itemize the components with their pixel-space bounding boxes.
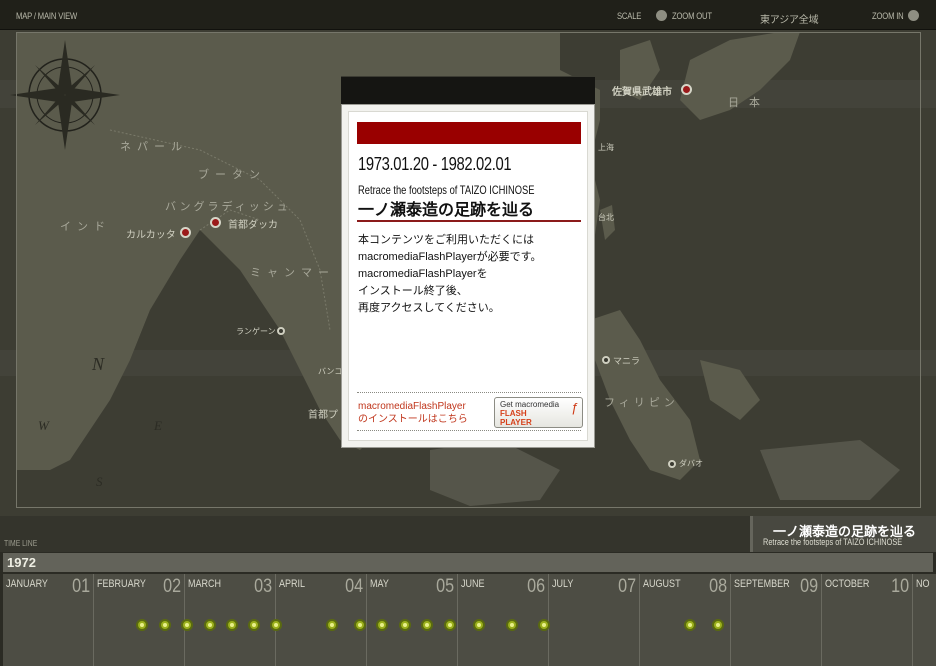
timeline-event-dot[interactable]	[181, 619, 193, 631]
month-september[interactable]: SEPTEMBER 09	[731, 574, 822, 666]
compass-e: E	[154, 418, 162, 433]
region-label[interactable]: 東アジア全域	[760, 11, 819, 26]
install-flash-link[interactable]: macromediaFlashPlayer のインストールはこちら	[358, 400, 468, 426]
timeline-event-dot[interactable]	[136, 619, 148, 631]
dialog-divider	[357, 220, 581, 222]
timeline-event-dot[interactable]	[376, 619, 388, 631]
location-marker-icon[interactable]	[602, 356, 610, 364]
region-japan: 日本	[728, 97, 770, 109]
place-bangkok-label[interactable]: バンコ	[318, 366, 342, 377]
flash-logo-icon: ƒ	[570, 400, 578, 415]
dialog-title-jp: 一ノ瀬泰造の足跡を辿る	[358, 202, 535, 219]
get-flash-player-button[interactable]: Get macromedia FLASH PLAYER ƒ	[494, 397, 583, 428]
dotted-divider	[357, 430, 581, 431]
compass-s: S	[96, 474, 103, 489]
timeline-event-dot[interactable]	[226, 619, 238, 631]
dialog-header	[341, 76, 595, 106]
timeline-event-dot[interactable]	[684, 619, 696, 631]
timeline-event-dot[interactable]	[270, 619, 282, 631]
compass-rose-icon	[10, 40, 120, 150]
zoom-in-label[interactable]: ZOOM IN	[872, 11, 904, 21]
zoom-in-button[interactable]	[908, 10, 919, 21]
site-title-en: Retrace the footsteps of TAIZO ICHINOSE	[763, 537, 903, 547]
timeline-event-dot[interactable]	[712, 619, 724, 631]
zoom-out-button[interactable]	[656, 10, 667, 21]
compass-n: N	[92, 354, 105, 374]
timeline-event-dot[interactable]	[159, 619, 171, 631]
scale-label: SCALE	[617, 11, 642, 21]
location-marker-icon[interactable]	[668, 460, 676, 468]
view-label: MAP / MAIN VIEW	[16, 11, 78, 21]
top-toolbar: MAP / MAIN VIEW SCALE ZOOM OUT 東アジア全域 ZO…	[0, 0, 936, 30]
month-july[interactable]: JULY 07	[549, 574, 640, 666]
dialog-message: 本コンテンツをご利用いただくには macromediaFlashPlayerが必…	[358, 234, 542, 314]
region-nepal: ネパール	[120, 141, 188, 153]
dotted-divider	[357, 392, 581, 393]
month-january[interactable]: JANUARY 01	[3, 574, 94, 666]
timeline-event-dot[interactable]	[354, 619, 366, 631]
flash-required-dialog: 1973.01.20 - 1982.02.01 Retrace the foot…	[341, 104, 595, 448]
location-pin-icon[interactable]	[180, 227, 191, 238]
timeline-event-dot[interactable]	[473, 619, 485, 631]
place-davao-label[interactable]: ダバオ	[679, 458, 703, 469]
place-saga-label[interactable]: 佐賀県武雄市	[612, 83, 672, 98]
region-philippines: フィリピン	[604, 397, 679, 409]
compass-w: W	[38, 418, 49, 433]
site-title-plate: 一ノ瀬泰造の足跡を辿る Retrace the footsteps of TAI…	[750, 516, 936, 552]
timeline-event-dot[interactable]	[248, 619, 260, 631]
place-phnompenh-label[interactable]: 首都プ	[308, 406, 338, 421]
timeline-event-dot[interactable]	[326, 619, 338, 631]
timeline-event-dot[interactable]	[399, 619, 411, 631]
location-marker-icon[interactable]	[277, 327, 285, 335]
timeline-event-dot[interactable]	[538, 619, 550, 631]
timeline-event-dot[interactable]	[421, 619, 433, 631]
timeline-event-dot[interactable]	[444, 619, 456, 631]
dialog-panel: 1973.01.20 - 1982.02.01 Retrace the foot…	[348, 111, 588, 441]
region-myanmar: ミャンマー	[250, 267, 335, 279]
location-pin-icon[interactable]	[210, 217, 221, 228]
place-manila-label[interactable]: マニラ	[613, 354, 640, 367]
timeline-header-strip	[0, 516, 750, 552]
region-bhutan: ブータン	[198, 169, 266, 181]
month-october[interactable]: OCTOBER 10	[822, 574, 913, 666]
dialog-title-en: Retrace the footsteps of TAIZO ICHINOSE	[358, 183, 535, 197]
date-range: 1973.01.20 - 1982.02.01	[358, 154, 512, 174]
timeline-event-dot[interactable]	[506, 619, 518, 631]
place-shanghai-label[interactable]: 上海	[598, 142, 614, 153]
region-india: インド	[60, 221, 111, 233]
month-june[interactable]: JUNE 06	[458, 574, 549, 666]
location-pin-icon[interactable]	[681, 84, 692, 95]
timeline-event-dot[interactable]	[204, 619, 216, 631]
dialog-accent-bar	[357, 122, 581, 144]
place-yangon-label[interactable]: ランゲーン	[236, 326, 276, 337]
timeline-label: TIME LINE	[4, 539, 38, 548]
place-taipei-label[interactable]: 台北	[598, 212, 614, 223]
zoom-out-label[interactable]: ZOOM OUT	[672, 11, 712, 21]
timeline-year-bar: 1972	[3, 553, 933, 572]
place-dhaka-label[interactable]: 首都ダッカ	[228, 216, 278, 231]
month-april[interactable]: APRIL 04	[276, 574, 367, 666]
month-november[interactable]: NO	[913, 574, 936, 666]
timeline-year: 1972	[7, 555, 36, 570]
place-kolkata-label[interactable]: カルカッタ	[126, 226, 176, 241]
region-bangladesh: バングラディッシュ	[165, 201, 291, 213]
